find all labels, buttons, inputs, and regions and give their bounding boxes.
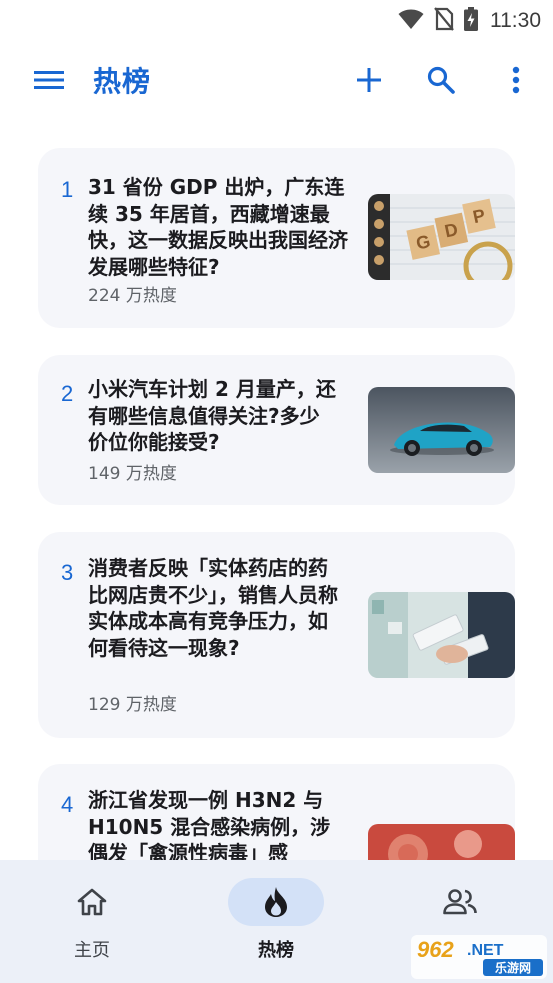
hot-list-feed[interactable]: 1 31 省份 GDP 出炉，广东连续 35 年居首，西藏增速最快，这一数据反映… <box>0 120 553 860</box>
hot-item-heat: 224 万热度 <box>88 286 177 306</box>
fire-icon <box>265 887 287 917</box>
add-button[interactable] <box>353 64 385 96</box>
search-icon <box>427 66 455 94</box>
search-button[interactable] <box>425 64 457 96</box>
hot-item-thumbnail <box>368 824 515 860</box>
more-vert-icon <box>512 66 520 94</box>
nav-icon-container <box>228 878 324 926</box>
nav-icon-container <box>412 878 508 926</box>
hot-item-heat: 149 万热度 <box>88 464 177 484</box>
app-bar: 热榜 <box>0 48 553 112</box>
svg-text:乐游网: 乐游网 <box>495 960 531 975</box>
svg-text:.NET: .NET <box>467 942 504 959</box>
battery-charging-icon <box>464 7 478 35</box>
hot-item-title: 小米汽车计划 2 月量产，还有哪些信息值得关注?多少价位你能接受? <box>88 377 336 454</box>
svg-text:962: 962 <box>417 937 454 962</box>
hot-item-thumbnail: G D P <box>368 194 515 280</box>
home-icon <box>77 888 107 916</box>
people-icon <box>443 889 477 915</box>
hot-item-thumbnail <box>368 592 515 678</box>
hot-item-title: 31 省份 GDP 出炉，广东连续 35 年居首，西藏增速最快，这一数据反映出我… <box>88 175 348 279</box>
status-bar: 11:30 <box>0 0 553 40</box>
no-sim-icon <box>434 7 454 35</box>
wifi-icon <box>398 8 424 34</box>
screen: 11:30 热榜 1 31 省份 GDP 出炉，广东连续 35 年居首，西藏增速… <box>0 0 553 983</box>
hot-item-card[interactable]: 1 31 省份 GDP 出炉，广东连续 35 年居首，西藏增速最快，这一数据反映… <box>38 148 515 328</box>
hot-item-rank: 4 <box>61 792 74 817</box>
hot-item-rank: 3 <box>61 560 74 585</box>
add-icon <box>357 68 381 92</box>
hot-item-card[interactable]: 3 消费者反映「实体药店的药比网店贵不少」，销售人员称实体成本高有竞争压力，如何… <box>38 532 515 738</box>
hot-item-card[interactable]: 2 小米汽车计划 2 月量产，还有哪些信息值得关注?多少价位你能接受? 149 … <box>38 355 515 505</box>
hot-item-title: 消费者反映「实体药店的药比网店贵不少」，销售人员称实体成本高有竞争压力，如何看待… <box>88 556 338 660</box>
nav-label: 主页 <box>74 940 110 961</box>
hot-item-title: 浙江省发现一例 H3N2 与 H10N5 混合感染病例，涉偶发「禽源性病毒」感 <box>88 788 331 860</box>
watermark-logo: 962 .NET 乐游网 <box>411 935 547 979</box>
nav-item-home[interactable]: 主页 <box>37 878 147 978</box>
hot-item-card[interactable]: 4 浙江省发现一例 H3N2 与 H10N5 混合感染病例，涉偶发「禽源性病毒」… <box>38 764 515 860</box>
more-options-button[interactable] <box>500 64 532 96</box>
nav-icon-container <box>44 878 140 926</box>
nav-item-hot[interactable]: 热榜 <box>221 878 331 978</box>
status-icons: 11:30 <box>398 7 541 35</box>
nav-label: 热榜 <box>258 940 294 961</box>
hot-item-heat: 129 万热度 <box>88 695 177 715</box>
status-time: 11:30 <box>490 9 541 32</box>
hot-item-thumbnail <box>368 387 515 473</box>
hot-item-rank: 1 <box>61 177 74 202</box>
hot-item-rank: 2 <box>61 381 74 406</box>
menu-button[interactable] <box>34 68 64 92</box>
menu-icon <box>34 71 64 89</box>
page-title: 热榜 <box>93 65 152 98</box>
